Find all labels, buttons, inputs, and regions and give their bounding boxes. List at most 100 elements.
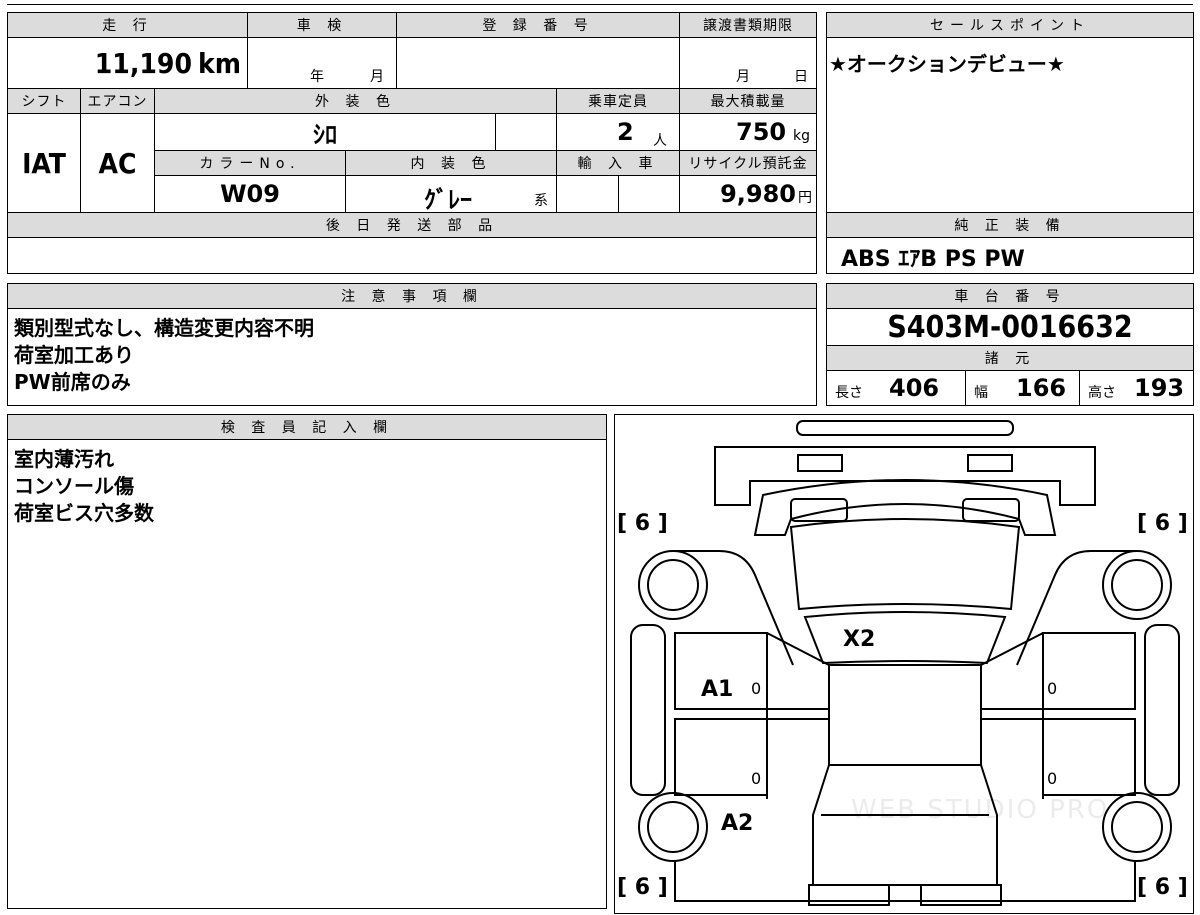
sales-point-text: ★オークションデビュー★ xyxy=(829,52,1065,76)
max-load-value: 750 xyxy=(736,118,787,146)
registration-header: 登 録 番 号 xyxy=(396,12,680,38)
interior-color-header: 内 装 色 xyxy=(345,150,557,176)
rear-left-wheel xyxy=(638,792,708,862)
tread-rear-left: [ 6 ] xyxy=(617,875,668,900)
mileage-unit: km xyxy=(198,46,241,80)
damage-diagram-frame: [ 6 ] [ 6 ] [ 6 ] [ 6 ] X2 A1 A2 0 0 0 0… xyxy=(614,414,1194,914)
tread-front-right-value: 6 xyxy=(1154,511,1171,536)
aircon-cell: AC xyxy=(80,113,155,213)
later-parts-cell xyxy=(7,237,817,274)
interior-color-suffix: 系 xyxy=(534,193,548,209)
color-no-cell: W09 xyxy=(154,175,346,213)
damage-mark-left-front-door: A1 xyxy=(701,677,734,702)
hood xyxy=(803,611,1007,665)
notes-header: 注 意 事 項 欄 xyxy=(7,283,817,309)
equipment-cell: ABS ｴｱB PS PW xyxy=(826,237,1194,274)
mileage-value: 11,190 xyxy=(94,46,192,80)
import-header: 輸 入 車 xyxy=(556,150,680,176)
tread-rear-right: [ 6 ] xyxy=(1137,875,1188,900)
tread-front-left: [ 6 ] xyxy=(617,511,668,536)
max-load-header: 最大積載量 xyxy=(679,88,817,114)
panel-zero-right-rear: 0 xyxy=(1047,769,1058,788)
transfer-deadline-header: 譲渡書類期限 xyxy=(679,12,817,38)
inspector-line: コンソール傷 xyxy=(14,474,134,498)
left-rocker xyxy=(630,624,666,796)
spec-width-cell: 幅 166 xyxy=(965,370,1080,406)
shift-header: シフト xyxy=(7,88,81,114)
chassis-header: 車 台 番 号 xyxy=(826,283,1194,309)
watermark: WEB STUDIO PRO xyxy=(851,795,1110,825)
spec-length-value: 406 xyxy=(889,374,940,402)
mileage-header: 走 行 xyxy=(7,12,248,38)
front-right-wheel xyxy=(1102,550,1172,620)
recycle-fee-value: 9,980 xyxy=(720,180,796,208)
rear-bed xyxy=(812,764,998,886)
tread-front-left-value: 6 xyxy=(634,511,651,536)
front-bumper xyxy=(796,420,1014,436)
inspector-cell: 室内薄汚れ コンソール傷 荷室ビス穴多数 xyxy=(7,439,607,909)
notes-line: 荷室加工あり xyxy=(14,343,134,367)
spec-length-label: 長さ xyxy=(835,385,863,401)
inspection-cell: 年 月 xyxy=(247,37,397,89)
inspector-line: 荷室ビス穴多数 xyxy=(14,501,154,525)
sales-point-header: セールスポイント xyxy=(826,12,1194,38)
inspection-month-unit: 月 xyxy=(370,69,384,85)
exterior-color-extra-cell xyxy=(495,113,557,151)
notes-cell: 類別型式なし、構造変更内容不明 荷室加工あり PW前席のみ xyxy=(7,308,817,406)
front-grille xyxy=(714,446,1096,506)
windshield xyxy=(789,518,1021,611)
recycle-fee-header: リサイクル預託金 xyxy=(679,150,817,176)
front-left-wheel xyxy=(638,550,708,620)
left-headlight xyxy=(797,454,843,472)
damage-mark-left-rear: A2 xyxy=(721,811,754,836)
inspection-header: 車 検 xyxy=(247,12,397,38)
roof-panel xyxy=(828,664,982,766)
spec-height-label: 高さ xyxy=(1088,385,1116,401)
panel-zero-left-front: 0 xyxy=(751,679,762,698)
capacity-value: 2 xyxy=(617,118,634,146)
right-headlight xyxy=(967,454,1013,472)
rear-right-wheel xyxy=(1102,792,1172,862)
exterior-color-cell: ｼﾛ xyxy=(154,113,496,151)
spec-width-value: 166 xyxy=(1016,374,1067,402)
exterior-color-value: ｼﾛ xyxy=(313,120,337,149)
shift-value: IAT xyxy=(22,146,66,180)
recycle-fee-unit: 円 xyxy=(798,190,812,206)
notes-line: 類別型式なし、構造変更内容不明 xyxy=(14,316,314,340)
spec-length-cell: 長さ 406 xyxy=(826,370,966,406)
interior-color-cell: ｸﾞﾚｰ 系 xyxy=(345,175,557,214)
aircon-value: AC xyxy=(98,146,137,180)
import-cell-left xyxy=(556,175,619,213)
rear-lower-edge xyxy=(674,861,1136,902)
right-door-divider xyxy=(980,632,1135,799)
later-parts-header: 後 日 発 送 部 品 xyxy=(7,212,817,238)
tread-rear-left-value: 6 xyxy=(634,875,651,900)
transfer-deadline-cell: 月 日 xyxy=(679,37,817,89)
equipment-header: 純 正 装 備 xyxy=(826,212,1194,238)
notes-line: PW前席のみ xyxy=(14,370,131,394)
shift-cell: IAT xyxy=(7,113,81,213)
color-no-value: W09 xyxy=(220,180,280,208)
registration-cell xyxy=(396,37,680,89)
chassis-value: S403M-0016632 xyxy=(887,309,1133,345)
panel-zero-right-front: 0 xyxy=(1047,679,1058,698)
equipment-value: ABS ｴｱB PS PW xyxy=(841,247,1025,272)
capacity-unit: 人 xyxy=(653,133,667,149)
exterior-color-header: 外 装 色 xyxy=(154,88,557,114)
max-load-cell: 750 kg xyxy=(679,113,817,151)
right-rocker xyxy=(1144,624,1180,796)
spec-width-label: 幅 xyxy=(974,385,988,401)
damage-mark-hood: X2 xyxy=(843,627,876,652)
max-load-unit: kg xyxy=(793,128,810,144)
mileage-cell: 11,190 km xyxy=(7,37,248,89)
sales-point-cell: ★オークションデビュー★ xyxy=(826,37,1194,213)
vehicle-diagram xyxy=(630,420,1180,906)
capacity-cell: 2 人 xyxy=(556,113,680,151)
capacity-header: 乗車定員 xyxy=(556,88,680,114)
panel-zero-left-rear: 0 xyxy=(751,769,762,788)
transfer-day-unit: 日 xyxy=(794,69,808,85)
tread-rear-right-value: 6 xyxy=(1154,875,1171,900)
inspection-year-unit: 年 xyxy=(310,69,324,85)
spec-height-value: 193 xyxy=(1134,374,1185,402)
interior-color-value: ｸﾞﾚｰ xyxy=(424,186,472,214)
